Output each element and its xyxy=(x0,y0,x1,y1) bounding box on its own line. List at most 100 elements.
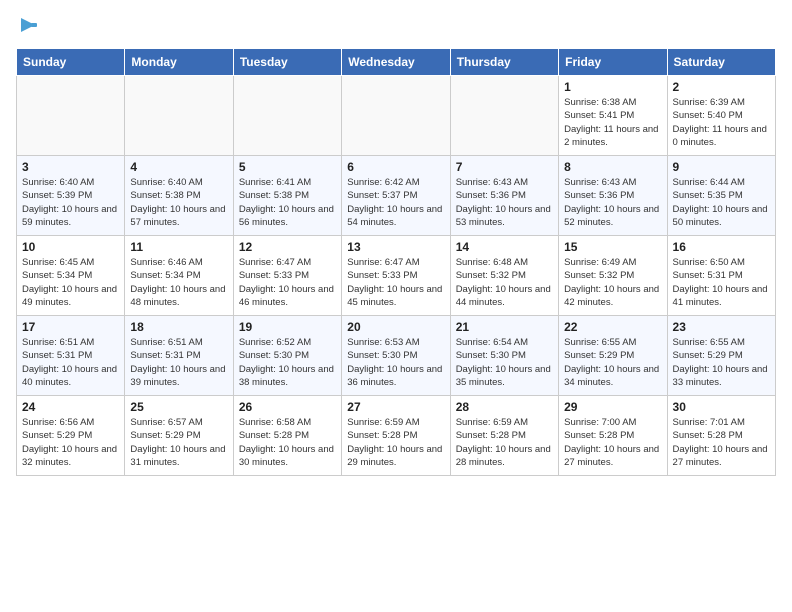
day-number: 5 xyxy=(239,160,336,174)
day-number: 2 xyxy=(673,80,770,94)
day-info: Sunrise: 6:47 AM Sunset: 5:33 PM Dayligh… xyxy=(347,256,444,309)
calendar-cell: 26 Sunrise: 6:58 AM Sunset: 5:28 PM Dayli… xyxy=(233,396,341,476)
calendar-cell xyxy=(450,76,558,156)
day-number: 11 xyxy=(130,240,227,254)
day-number: 8 xyxy=(564,160,661,174)
day-info: Sunrise: 6:44 AM Sunset: 5:35 PM Dayligh… xyxy=(673,176,770,229)
day-number: 10 xyxy=(22,240,119,254)
day-info: Sunrise: 7:01 AM Sunset: 5:28 PM Dayligh… xyxy=(673,416,770,469)
day-number: 15 xyxy=(564,240,661,254)
day-number: 24 xyxy=(22,400,119,414)
calendar-header-saturday: Saturday xyxy=(667,49,775,76)
day-info: Sunrise: 6:52 AM Sunset: 5:30 PM Dayligh… xyxy=(239,336,336,389)
day-number: 22 xyxy=(564,320,661,334)
calendar-cell: 23 Sunrise: 6:55 AM Sunset: 5:29 PM Dayli… xyxy=(667,316,775,396)
day-number: 14 xyxy=(456,240,553,254)
day-number: 16 xyxy=(673,240,770,254)
calendar-cell: 6 Sunrise: 6:42 AM Sunset: 5:37 PM Daylig… xyxy=(342,156,450,236)
calendar-cell: 27 Sunrise: 6:59 AM Sunset: 5:28 PM Dayli… xyxy=(342,396,450,476)
calendar-week-5: 24 Sunrise: 6:56 AM Sunset: 5:29 PM Dayli… xyxy=(17,396,776,476)
calendar-cell: 5 Sunrise: 6:41 AM Sunset: 5:38 PM Daylig… xyxy=(233,156,341,236)
day-info: Sunrise: 6:40 AM Sunset: 5:39 PM Dayligh… xyxy=(22,176,119,229)
day-number: 4 xyxy=(130,160,227,174)
day-info: Sunrise: 7:00 AM Sunset: 5:28 PM Dayligh… xyxy=(564,416,661,469)
calendar-cell: 13 Sunrise: 6:47 AM Sunset: 5:33 PM Dayli… xyxy=(342,236,450,316)
calendar-header-tuesday: Tuesday xyxy=(233,49,341,76)
calendar-cell: 2 Sunrise: 6:39 AM Sunset: 5:40 PM Daylig… xyxy=(667,76,775,156)
day-number: 25 xyxy=(130,400,227,414)
calendar-cell xyxy=(233,76,341,156)
calendar-header-friday: Friday xyxy=(559,49,667,76)
calendar-cell: 15 Sunrise: 6:49 AM Sunset: 5:32 PM Dayli… xyxy=(559,236,667,316)
day-number: 13 xyxy=(347,240,444,254)
day-info: Sunrise: 6:38 AM Sunset: 5:41 PM Dayligh… xyxy=(564,96,661,149)
day-number: 7 xyxy=(456,160,553,174)
day-info: Sunrise: 6:59 AM Sunset: 5:28 PM Dayligh… xyxy=(456,416,553,469)
day-info: Sunrise: 6:59 AM Sunset: 5:28 PM Dayligh… xyxy=(347,416,444,469)
calendar-cell: 22 Sunrise: 6:55 AM Sunset: 5:29 PM Dayli… xyxy=(559,316,667,396)
calendar-cell: 8 Sunrise: 6:43 AM Sunset: 5:36 PM Daylig… xyxy=(559,156,667,236)
calendar-cell: 7 Sunrise: 6:43 AM Sunset: 5:36 PM Daylig… xyxy=(450,156,558,236)
calendar-cell: 3 Sunrise: 6:40 AM Sunset: 5:39 PM Daylig… xyxy=(17,156,125,236)
day-info: Sunrise: 6:49 AM Sunset: 5:32 PM Dayligh… xyxy=(564,256,661,309)
calendar-cell: 28 Sunrise: 6:59 AM Sunset: 5:28 PM Dayli… xyxy=(450,396,558,476)
day-number: 12 xyxy=(239,240,336,254)
calendar-cell xyxy=(125,76,233,156)
calendar-cell: 30Sunrise: 7:01 AM Sunset: 5:28 PM Dayli… xyxy=(667,396,775,476)
calendar-cell: 19Sunrise: 6:52 AM Sunset: 5:30 PM Dayli… xyxy=(233,316,341,396)
day-info: Sunrise: 6:48 AM Sunset: 5:32 PM Dayligh… xyxy=(456,256,553,309)
day-info: Sunrise: 6:51 AM Sunset: 5:31 PM Dayligh… xyxy=(22,336,119,389)
calendar-header-sunday: Sunday xyxy=(17,49,125,76)
day-info: Sunrise: 6:41 AM Sunset: 5:38 PM Dayligh… xyxy=(239,176,336,229)
logo xyxy=(16,16,39,36)
day-info: Sunrise: 6:43 AM Sunset: 5:36 PM Dayligh… xyxy=(456,176,553,229)
calendar-cell: 10Sunrise: 6:45 AM Sunset: 5:34 PM Dayli… xyxy=(17,236,125,316)
calendar-header-thursday: Thursday xyxy=(450,49,558,76)
day-info: Sunrise: 6:57 AM Sunset: 5:29 PM Dayligh… xyxy=(130,416,227,469)
day-info: Sunrise: 6:51 AM Sunset: 5:31 PM Dayligh… xyxy=(130,336,227,389)
calendar-cell: 12 Sunrise: 6:47 AM Sunset: 5:33 PM Dayli… xyxy=(233,236,341,316)
calendar-cell xyxy=(342,76,450,156)
day-info: Sunrise: 6:56 AM Sunset: 5:29 PM Dayligh… xyxy=(22,416,119,469)
day-number: 1 xyxy=(564,80,661,94)
day-number: 27 xyxy=(347,400,444,414)
day-number: 17 xyxy=(22,320,119,334)
calendar-cell: 29 Sunrise: 7:00 AM Sunset: 5:28 PM Dayli… xyxy=(559,396,667,476)
day-number: 18 xyxy=(130,320,227,334)
calendar-cell: 14 Sunrise: 6:48 AM Sunset: 5:32 PM Dayli… xyxy=(450,236,558,316)
calendar-cell: 21 Sunrise: 6:54 AM Sunset: 5:30 PM Dayli… xyxy=(450,316,558,396)
day-info: Sunrise: 6:50 AM Sunset: 5:31 PM Dayligh… xyxy=(673,256,770,309)
day-number: 23 xyxy=(673,320,770,334)
day-number: 6 xyxy=(347,160,444,174)
page-header xyxy=(16,16,776,36)
day-info: Sunrise: 6:42 AM Sunset: 5:37 PM Dayligh… xyxy=(347,176,444,229)
day-number: 20 xyxy=(347,320,444,334)
calendar-header-row: SundayMondayTuesdayWednesdayThursdayFrid… xyxy=(17,49,776,76)
calendar-cell: 18 Sunrise: 6:51 AM Sunset: 5:31 PM Dayli… xyxy=(125,316,233,396)
day-info: Sunrise: 6:54 AM Sunset: 5:30 PM Dayligh… xyxy=(456,336,553,389)
day-number: 26 xyxy=(239,400,336,414)
day-number: 28 xyxy=(456,400,553,414)
calendar-header-monday: Monday xyxy=(125,49,233,76)
day-number: 21 xyxy=(456,320,553,334)
calendar-header-wednesday: Wednesday xyxy=(342,49,450,76)
day-info: Sunrise: 6:47 AM Sunset: 5:33 PM Dayligh… xyxy=(239,256,336,309)
day-info: Sunrise: 6:58 AM Sunset: 5:28 PM Dayligh… xyxy=(239,416,336,469)
calendar-cell: 17 Sunrise: 6:51 AM Sunset: 5:31 PM Dayli… xyxy=(17,316,125,396)
day-info: Sunrise: 6:46 AM Sunset: 5:34 PM Dayligh… xyxy=(130,256,227,309)
day-info: Sunrise: 6:43 AM Sunset: 5:36 PM Dayligh… xyxy=(564,176,661,229)
day-number: 9 xyxy=(673,160,770,174)
calendar-cell: 4 Sunrise: 6:40 AM Sunset: 5:38 PM Daylig… xyxy=(125,156,233,236)
day-number: 29 xyxy=(564,400,661,414)
logo-arrow-icon xyxy=(17,14,39,36)
day-number: 3 xyxy=(22,160,119,174)
calendar-cell: 20 Sunrise: 6:53 AM Sunset: 5:30 PM Dayli… xyxy=(342,316,450,396)
day-info: Sunrise: 6:39 AM Sunset: 5:40 PM Dayligh… xyxy=(673,96,770,149)
day-info: Sunrise: 6:55 AM Sunset: 5:29 PM Dayligh… xyxy=(673,336,770,389)
day-info: Sunrise: 6:53 AM Sunset: 5:30 PM Dayligh… xyxy=(347,336,444,389)
day-info: Sunrise: 6:40 AM Sunset: 5:38 PM Dayligh… xyxy=(130,176,227,229)
calendar-week-2: 3 Sunrise: 6:40 AM Sunset: 5:39 PM Daylig… xyxy=(17,156,776,236)
calendar-cell: 16 Sunrise: 6:50 AM Sunset: 5:31 PM Dayli… xyxy=(667,236,775,316)
day-info: Sunrise: 6:55 AM Sunset: 5:29 PM Dayligh… xyxy=(564,336,661,389)
calendar-week-4: 17 Sunrise: 6:51 AM Sunset: 5:31 PM Dayli… xyxy=(17,316,776,396)
